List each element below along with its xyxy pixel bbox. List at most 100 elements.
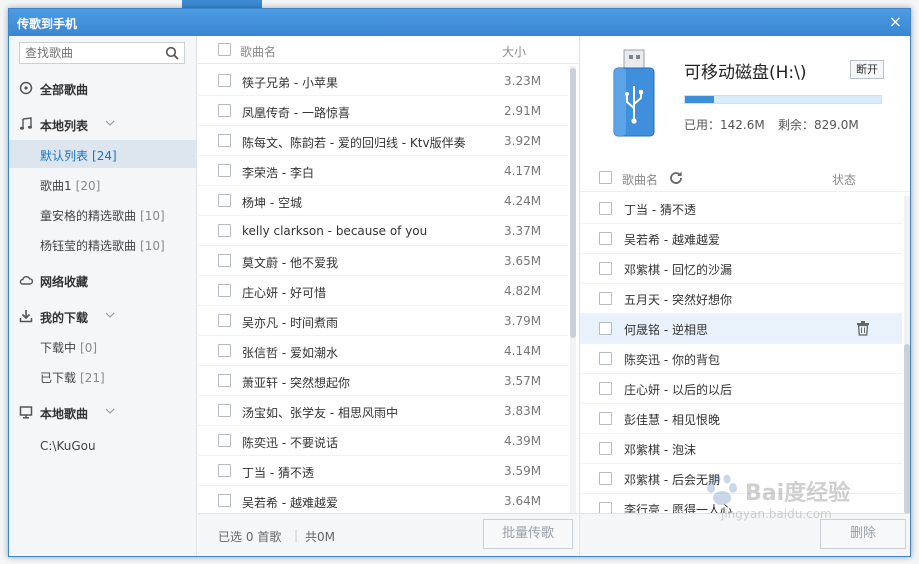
selected-suffix: 首歌 [257,530,282,544]
sidebar-item-kugou-path[interactable]: C:\KuGou [9,432,197,460]
row-checkbox[interactable] [599,322,612,335]
song-list-footer: 已选 0 首歌 | 共0M 批量传歌 [198,513,578,556]
row-checkbox[interactable] [218,254,231,267]
scrollbar-thumb[interactable] [570,68,576,338]
sidebar-item-count: [21] [80,371,105,385]
row-checkbox[interactable] [599,202,612,215]
table-row[interactable]: 莫文蔚 - 他不爱我 3.65M [198,246,568,276]
chevron-down-icon[interactable] [105,406,115,416]
refresh-icon[interactable] [668,170,684,186]
table-row[interactable]: 汤宝如、张学友 - 相思风雨中 3.83M [198,396,568,426]
list-item[interactable]: 丁当 - 猜不透 [580,194,902,224]
nav-local-songs[interactable]: 本地歌曲 [9,398,197,426]
search-icon[interactable] [165,46,179,60]
table-row[interactable]: 吴亦凡 - 时间煮雨 3.79M [198,306,568,336]
list-item[interactable]: 五月天 - 突然好想你 [580,284,902,314]
song-name: kelly clarkson - because of you [242,224,428,238]
row-checkbox[interactable] [218,404,231,417]
delete-button[interactable]: 删除 [820,519,906,549]
usb-drive-icon [613,49,655,137]
nav-my-downloads[interactable]: 我的下载 [9,302,197,330]
song-name: 莫文蔚 - 他不爱我 [242,256,338,270]
device-song-header: 歌曲名 状态 [580,164,910,192]
row-checkbox[interactable] [599,412,612,425]
row-checkbox[interactable] [218,494,231,507]
row-checkbox[interactable] [218,374,231,387]
row-checkbox[interactable] [599,352,612,365]
nav-local-list[interactable]: 本地列表 [9,110,197,138]
select-all-checkbox[interactable] [218,43,231,56]
batch-transfer-button[interactable]: 批量传歌 [483,519,573,549]
device-song-name: 陈奕迅 - 你的背包 [624,353,720,367]
table-row[interactable]: kelly clarkson - because of you 3.37M [198,216,568,246]
sidebar-item-songs1[interactable]: 歌曲1 [20] [9,170,197,198]
song-size: 3.64M [504,494,542,508]
sidebar-item-label: 杨钰莹的精选歌曲 [40,239,137,253]
list-item[interactable]: 吴若希 - 越难越爱 [580,224,902,254]
row-checkbox[interactable] [599,292,612,305]
sidebar-item-yangyuying[interactable]: 杨钰莹的精选歌曲 [10] [9,230,197,258]
row-checkbox[interactable] [218,344,231,357]
table-row[interactable]: 丁当 - 猜不透 3.59M [198,456,568,486]
sidebar-item-downloading[interactable]: 下载中 [0] [9,332,197,360]
list-item[interactable]: 邓紫棋 - 泡沫 [580,434,902,464]
transfer-dialog: 传歌到手机 × 全部歌曲 本地列表 默认列表[24] 歌曲1[20] 童安格的精… [8,8,911,557]
nav-all-songs[interactable]: 全部歌曲 [9,74,197,102]
chevron-down-icon[interactable] [105,310,115,320]
row-checkbox[interactable] [218,134,231,147]
row-checkbox[interactable] [599,442,612,455]
list-item[interactable]: 彭佳慧 - 相见恨晚 [580,404,902,434]
disconnect-button[interactable]: 断开 [850,60,884,79]
row-checkbox[interactable] [599,382,612,395]
table-row[interactable]: 萧亚轩 - 突然想起你 3.57M [198,366,568,396]
row-checkbox[interactable] [218,194,231,207]
table-row[interactable]: 陈奕迅 - 不要说话 4.39M [198,426,568,456]
table-row[interactable]: 张信哲 - 爱如潮水 4.14M [198,336,568,366]
table-row[interactable]: 陈每文、陈韵若 - 爱的回归线 - Ktv版伴奏 3.92M [198,126,568,156]
nav-local-list-label: 本地列表 [40,119,89,133]
row-checkbox[interactable] [218,284,231,297]
row-checkbox[interactable] [599,262,612,275]
list-item[interactable]: 何晟铭 - 逆相思 [580,314,902,344]
table-row[interactable]: 吴若希 - 越难越爱 3.64M [198,486,568,516]
list-item[interactable]: 庄心妍 - 以后的以后 [580,374,902,404]
song-list-scrollbar[interactable] [570,66,576,521]
song-size: 4.17M [504,164,542,178]
row-checkbox[interactable] [218,314,231,327]
trash-icon[interactable] [856,321,870,336]
scrollbar-thumb[interactable] [904,344,910,514]
table-row[interactable]: 庄心妍 - 好可惜 4.82M [198,276,568,306]
sidebar-item-count: [10] [140,209,165,223]
row-checkbox[interactable] [599,232,612,245]
device-name: 可移动磁盘(H:\) [684,63,807,83]
row-checkbox[interactable] [218,104,231,117]
list-item[interactable]: 邓紫棋 - 回忆的沙漏 [580,254,902,284]
list-item[interactable]: 邓紫棋 - 后会无期 [580,464,902,494]
list-item[interactable]: 陈奕迅 - 你的背包 [580,344,902,374]
sidebar-item-downloaded[interactable]: 已下载 [21] [9,362,197,390]
table-row[interactable]: 李荣浩 - 李白 4.17M [198,156,568,186]
row-checkbox[interactable] [218,434,231,447]
row-checkbox[interactable] [218,74,231,87]
sidebar-item-label: C:\KuGou [40,439,96,453]
nav-net-favorites[interactable]: 网络收藏 [9,266,197,294]
row-checkbox[interactable] [218,464,231,477]
row-checkbox[interactable] [218,164,231,177]
table-row[interactable]: 凤凰传奇 - 一路惊喜 2.91M [198,96,568,126]
sidebar-item-tonganger[interactable]: 童安格的精选歌曲 [10] [9,200,197,228]
device-list-scrollbar[interactable] [904,196,910,516]
device-select-all-checkbox[interactable] [599,171,612,184]
table-row[interactable]: 筷子兄弟 - 小苹果 3.23M [198,66,568,96]
song-name: 陈每文、陈韵若 - 爱的回归线 - Ktv版伴奏 [242,136,466,150]
search-input[interactable] [20,43,160,63]
row-checkbox[interactable] [218,224,231,237]
nav-net-favorites-label: 网络收藏 [40,275,89,289]
search-box[interactable] [19,42,185,64]
chevron-down-icon[interactable] [105,118,115,128]
table-row[interactable]: 杨坤 - 空城 4.24M [198,186,568,216]
row-checkbox[interactable] [599,472,612,485]
total-size-text: 共0M [305,530,335,544]
sidebar-item-label: 歌曲1 [40,179,72,193]
close-icon[interactable]: × [889,12,902,32]
sidebar-item-default-list[interactable]: 默认列表 [24] [9,140,197,168]
